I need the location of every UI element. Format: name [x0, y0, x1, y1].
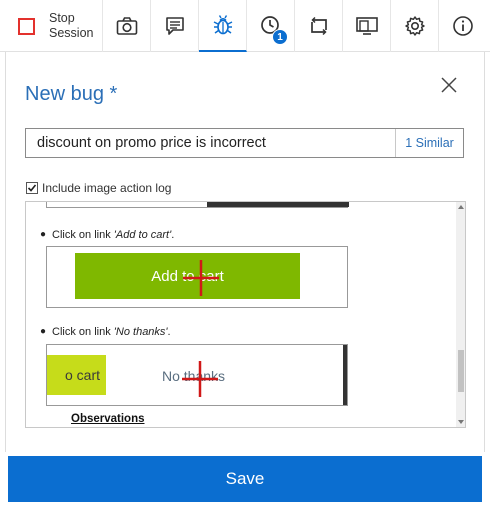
save-button[interactable]: Save — [8, 456, 482, 502]
click-marker-icon — [183, 260, 219, 296]
info-button[interactable] — [439, 0, 487, 52]
info-icon — [453, 16, 473, 36]
step-link-name: 'Add to cart' — [113, 229, 172, 241]
crop-button[interactable] — [295, 0, 343, 52]
step-screenshot: Add to cart — [46, 246, 348, 308]
scroll-down-icon[interactable] — [456, 417, 466, 427]
history-count-badge: 1 — [272, 29, 288, 45]
stop-session-button[interactable]: Stop Session — [0, 0, 103, 52]
similar-bugs-button[interactable]: 1 Similar — [395, 129, 463, 157]
scroll-up-icon[interactable] — [456, 202, 466, 212]
screenshot-button[interactable] — [103, 0, 151, 52]
cart-capture: o cart — [47, 355, 106, 395]
history-button[interactable]: 1 — [247, 0, 295, 52]
bullet-icon: ● — [40, 326, 47, 337]
image-action-log[interactable]: ● Click on link 'Add to cart'. Add to ca… — [25, 201, 466, 428]
cast-button[interactable] — [343, 0, 391, 52]
note-icon — [165, 17, 184, 35]
bug-title-row: 1 Similar — [25, 128, 464, 158]
stop-session-label: Stop Session — [49, 11, 94, 40]
toolbar: Stop Session 1 — [0, 0, 490, 52]
stop-icon — [18, 17, 35, 35]
camera-icon — [116, 17, 137, 35]
bug-icon — [213, 15, 232, 35]
include-log-row[interactable]: Include image action log — [26, 181, 171, 195]
previous-screenshot — [46, 202, 349, 208]
new-bug-button[interactable] — [199, 0, 247, 52]
bug-title-input[interactable] — [26, 129, 395, 157]
panel-title: New bug * — [25, 83, 118, 105]
close-icon — [441, 77, 457, 93]
checkmark-icon — [27, 184, 37, 192]
note-button[interactable] — [151, 0, 199, 52]
close-button[interactable] — [438, 74, 460, 96]
log-step: ● Click on link 'No thanks'. — [40, 326, 171, 338]
click-marker-icon — [182, 361, 218, 397]
crop-icon — [310, 16, 327, 36]
include-log-checkbox[interactable] — [26, 182, 38, 194]
step-link-name: 'No thanks' — [113, 326, 168, 338]
log-content: ● Click on link 'Add to cart'. Add to ca… — [26, 202, 457, 427]
bullet-icon: ● — [40, 229, 47, 240]
new-bug-panel: New bug * 1 Similar Include image action… — [5, 52, 485, 452]
log-scrollbar[interactable] — [456, 202, 466, 427]
cast-icon — [355, 17, 378, 35]
step-screenshot: o cart No thanks — [46, 344, 348, 406]
scroll-thumb[interactable] — [458, 350, 464, 392]
include-log-label: Include image action log — [42, 181, 172, 195]
log-step: ● Click on link 'Add to cart'. — [40, 229, 175, 241]
settings-button[interactable] — [391, 0, 439, 52]
gear-icon — [404, 16, 425, 36]
observations-heading: Observations — [71, 413, 145, 425]
